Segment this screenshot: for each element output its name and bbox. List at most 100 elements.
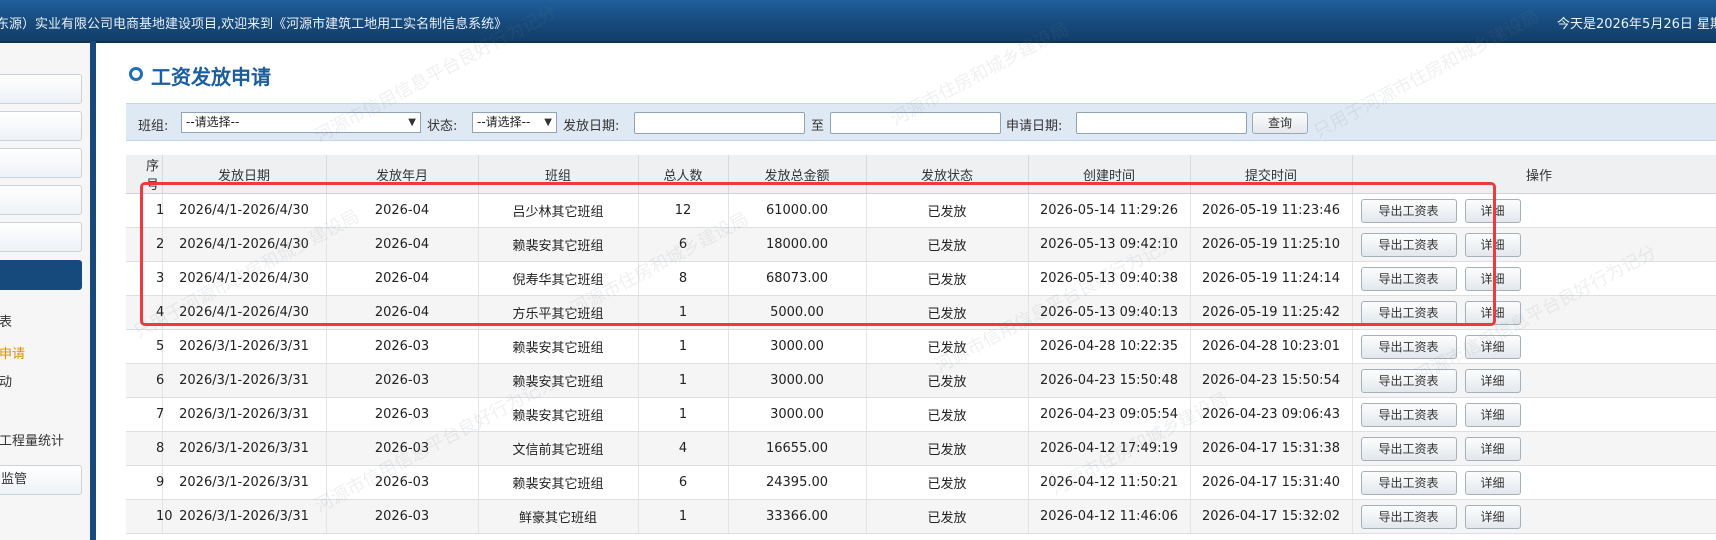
export-payroll-button[interactable]: 导出工资表 (1360, 436, 1457, 461)
row-headcount: 1 (638, 363, 729, 398)
row-status: 已发放 (866, 499, 1029, 534)
col-header-actions: 操作 (1352, 155, 1716, 194)
col-header-issue-date: 发放日期 (162, 155, 327, 194)
row-actions: 导出工资表 详细 (1352, 261, 1716, 296)
row-index: 8 (126, 431, 164, 466)
detail-button[interactable]: 详细 (1464, 232, 1521, 257)
title-bullet-icon (129, 67, 143, 81)
today-date: 今天是2026年5月26日 星期二 (1556, 17, 1716, 32)
row-index: 6 (126, 363, 164, 398)
export-payroll-button[interactable]: 导出工资表 (1360, 198, 1457, 223)
export-payroll-button[interactable]: 导出工资表 (1360, 470, 1457, 495)
export-payroll-button[interactable]: 导出工资表 (1360, 334, 1457, 359)
query-button[interactable]: 查询 (1252, 112, 1308, 134)
detail-button[interactable]: 详细 (1464, 436, 1521, 461)
sidebar-item-active[interactable] (0, 260, 82, 290)
row-status: 已发放 (866, 261, 1029, 296)
table-row: 4 2026/4/1-2026/4/30 2026-04 方乐平其它班组 1 5000.0… (126, 295, 1716, 330)
row-created: 2026-04-23 09:05:54 (1028, 397, 1191, 432)
row-month: 2026-03 (326, 431, 479, 466)
row-headcount: 12 (638, 193, 729, 228)
sidebar-item-4[interactable] (0, 185, 82, 215)
issue-date-start-input[interactable] (634, 112, 805, 134)
row-created: 2026-04-12 17:49:19 (1028, 431, 1191, 466)
detail-button[interactable]: 详细 (1464, 300, 1521, 325)
row-index: 7 (126, 397, 164, 432)
row-month: 2026-04 (326, 227, 479, 262)
sidebar-item-5[interactable] (0, 222, 82, 252)
row-issue-date: 2026/4/1-2026/4/30 (162, 193, 327, 228)
export-payroll-button[interactable]: 导出工资表 (1360, 368, 1457, 393)
status-select[interactable]: --请选择-- ▼ (472, 112, 557, 133)
export-payroll-button[interactable]: 导出工资表 (1360, 504, 1457, 529)
row-amount: 68073.00 (728, 261, 867, 296)
detail-button[interactable]: 详细 (1464, 504, 1521, 529)
sidebar-item-1[interactable] (0, 74, 82, 104)
sidebar-divider (90, 41, 96, 540)
export-payroll-button[interactable]: 导出工资表 (1360, 402, 1457, 427)
row-amount: 5000.00 (728, 295, 867, 330)
sidebar-subitem-verify[interactable]: 动 (0, 371, 12, 390)
table-row: 9 2026/3/1-2026/3/31 2026-03 赖裴安其它班组 6 24395.… (126, 465, 1716, 500)
detail-button[interactable]: 详细 (1464, 198, 1521, 223)
team-label: 班组: (138, 119, 169, 134)
row-index: 4 (126, 295, 164, 330)
row-team: 文信前其它班组 (478, 431, 639, 466)
detail-button[interactable]: 详细 (1464, 266, 1521, 291)
table-row: 6 2026/3/1-2026/3/31 2026-03 赖裴安其它班组 1 3000.0… (126, 363, 1716, 398)
row-issue-date: 2026/3/1-2026/3/31 (162, 431, 327, 466)
row-created: 2026-04-12 11:46:06 (1028, 499, 1191, 534)
row-index: 5 (126, 329, 164, 364)
row-submitted: 2026-04-28 10:23:01 (1190, 329, 1353, 364)
apply-date-input[interactable] (1076, 112, 1247, 134)
row-created: 2026-05-13 09:40:38 (1028, 261, 1191, 296)
sidebar-subitem-apply[interactable]: 申请 (0, 343, 25, 362)
team-select-value: --请选择-- (186, 115, 240, 129)
row-month: 2026-03 (326, 397, 479, 432)
row-created: 2026-05-13 09:40:13 (1028, 295, 1191, 330)
row-issue-date: 2026/4/1-2026/4/30 (162, 261, 327, 296)
table-row: 3 2026/4/1-2026/4/30 2026-04 倪寿华其它班组 8 68073.… (126, 261, 1716, 296)
row-amount: 18000.00 (728, 227, 867, 262)
detail-button[interactable]: 详细 (1464, 402, 1521, 427)
row-submitted: 2026-05-19 11:23:46 (1190, 193, 1353, 228)
row-actions: 导出工资表 详细 (1352, 397, 1716, 432)
table-row: 8 2026/3/1-2026/3/31 2026-03 文信前其它班组 4 16655.… (126, 431, 1716, 466)
sidebar-subitem-stats[interactable]: 工程量统计 (0, 430, 64, 449)
export-payroll-button[interactable]: 导出工资表 (1360, 300, 1457, 325)
issue-date-label: 发放日期: (563, 119, 620, 134)
sidebar-item-3[interactable] (0, 148, 82, 178)
issue-date-end-input[interactable] (830, 112, 1001, 134)
row-actions: 导出工资表 详细 (1352, 295, 1716, 330)
detail-button[interactable]: 详细 (1464, 470, 1521, 495)
col-header-headcount: 总人数 (638, 155, 729, 194)
page-title: 工资发放申请 (151, 65, 271, 89)
sidebar-subitem-pay[interactable]: 表 (0, 311, 12, 330)
table-header-row: 序号 发放日期 发放年月 班组 总人数 发放总金额 发放状态 创建时间 提交时间… (126, 155, 1716, 194)
export-payroll-button[interactable]: 导出工资表 (1360, 232, 1457, 257)
detail-button[interactable]: 详细 (1464, 334, 1521, 359)
row-actions: 导出工资表 详细 (1352, 499, 1716, 534)
detail-button[interactable]: 详细 (1464, 368, 1521, 393)
row-submitted: 2026-04-17 15:32:02 (1190, 499, 1353, 534)
row-status: 已发放 (866, 329, 1029, 364)
sidebar-item-2[interactable] (0, 111, 82, 141)
export-payroll-button[interactable]: 导出工资表 (1360, 266, 1457, 291)
row-created: 2026-05-13 09:42:10 (1028, 227, 1191, 262)
sidebar-item-supervise[interactable]: 监管 (0, 465, 82, 495)
row-status: 已发放 (866, 397, 1029, 432)
row-amount: 33366.00 (728, 499, 867, 534)
row-created: 2026-05-14 11:29:26 (1028, 193, 1191, 228)
row-status: 已发放 (866, 295, 1029, 330)
col-header-status: 发放状态 (866, 155, 1029, 194)
row-issue-date: 2026/3/1-2026/3/31 (162, 363, 327, 398)
row-submitted: 2026-05-19 11:24:14 (1190, 261, 1353, 296)
col-header-submitted: 提交时间 (1190, 155, 1353, 194)
row-actions: 导出工资表 详细 (1352, 227, 1716, 262)
table-row: 7 2026/3/1-2026/3/31 2026-03 赖裴安其它班组 1 3000.0… (126, 397, 1716, 432)
row-index: 1 (126, 193, 164, 228)
row-actions: 导出工资表 详细 (1352, 431, 1716, 466)
team-select[interactable]: --请选择-- ▼ (181, 112, 421, 133)
row-team: 方乐平其它班组 (478, 295, 639, 330)
payroll-table: 序号 发放日期 发放年月 班组 总人数 发放总金额 发放状态 创建时间 提交时间… (126, 155, 1716, 534)
